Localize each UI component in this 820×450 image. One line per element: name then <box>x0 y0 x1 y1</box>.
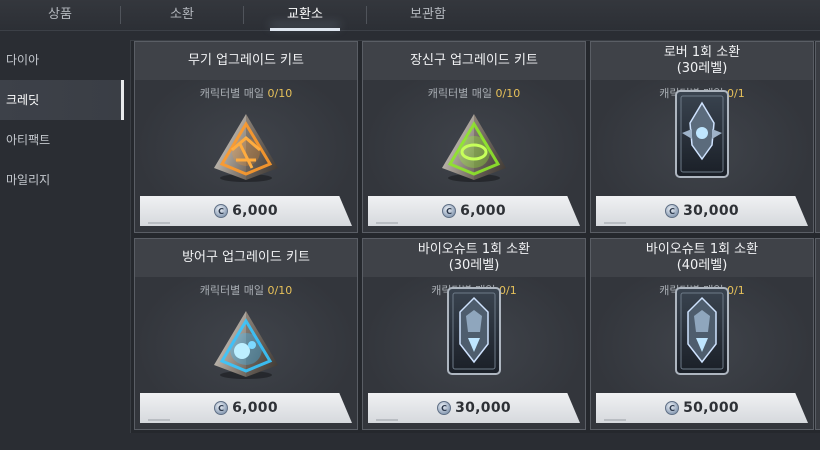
price-bar[interactable]: C 6,000 <box>368 196 580 226</box>
limit-label: 캐릭터별 매일 <box>199 284 264 297</box>
top-tab-bar: 상품 소환 교환소 보관함 <box>0 0 820 31</box>
item-price: 6,000 <box>232 203 278 219</box>
limit-label: 캐릭터별 매일 <box>199 87 264 100</box>
sidebar-item-label: 마일리지 <box>6 173 51 187</box>
item-title: 방어구 업그레이드 키트 <box>182 250 310 265</box>
item-price: 50,000 <box>683 400 739 416</box>
card-body: 캐릭터별 매일 0/10 C 6,000 <box>135 80 357 232</box>
tab-label: 교환소 <box>287 7 323 22</box>
item-title: 장신구 업그레이드 키트 <box>410 53 538 68</box>
credit-coin-icon: C <box>214 204 229 218</box>
exchange-item-grid: 무기 업그레이드 키트 캐릭터별 매일 0/10 C 6,000 장신구 업그레… <box>130 40 820 433</box>
item-subtitle: (30레벨) <box>448 258 500 273</box>
sidebar-item-credit[interactable]: 크레딧 <box>0 80 124 120</box>
rover-card-icon <box>647 90 757 178</box>
shop-item-card[interactable]: 방어구 업그레이드 키트 캐릭터별 매일 0/10 C 6,000 <box>134 238 358 430</box>
card-header: 장신구 업그레이드 키트 <box>363 42 585 81</box>
card-header: 바이오슈트 1회 소환 (30레벨) <box>363 239 585 278</box>
card-body: 캐릭터별 매일 0/10 C 6,000 <box>135 277 357 429</box>
offscreen-card-edge <box>815 41 820 233</box>
tab-products[interactable]: 상품 <box>0 0 120 30</box>
item-subtitle: (40레벨) <box>676 258 728 273</box>
item-price: 30,000 <box>455 400 511 416</box>
weapon-kit-icon <box>191 108 301 188</box>
sidebar-item-mileage[interactable]: 마일리지 <box>0 160 124 200</box>
card-header: 방어구 업그레이드 키트 <box>135 239 357 278</box>
sidebar-item-label: 크레딧 <box>6 93 40 107</box>
item-price: 6,000 <box>232 400 278 416</box>
card-body: 캐릭터별 매일 0/10 C 6,000 <box>363 80 585 232</box>
item-price: 6,000 <box>460 203 506 219</box>
sidebar-item-label: 아티팩트 <box>6 133 51 147</box>
shop-item-card[interactable]: 무기 업그레이드 키트 캐릭터별 매일 0/10 C 6,000 <box>134 41 358 233</box>
price-bar[interactable]: C 6,000 <box>140 393 352 423</box>
credit-coin-icon: C <box>437 401 452 415</box>
shop-item-card[interactable]: 바이오슈트 1회 소환 (40레벨) 캐릭터별 매일 0/1 C 50,000 <box>590 238 814 430</box>
limit-label: 캐릭터별 매일 <box>427 87 492 100</box>
offscreen-card-edge <box>815 238 820 430</box>
card-body: 캐릭터별 매일 0/1 C 50,000 <box>591 277 813 429</box>
credit-coin-icon: C <box>665 204 680 218</box>
active-tab-indicator <box>270 28 340 31</box>
item-title: 바이오슈트 1회 소환 <box>417 242 531 257</box>
credit-coin-icon: C <box>214 401 229 415</box>
item-title: 무기 업그레이드 키트 <box>188 53 304 68</box>
biosuit-card-icon <box>419 287 529 375</box>
item-subtitle: (30레벨) <box>676 61 728 76</box>
price-bar[interactable]: C 6,000 <box>140 196 352 226</box>
tab-summon[interactable]: 소환 <box>121 0 243 30</box>
item-title: 로버 1회 소환 <box>663 45 741 60</box>
item-title: 바이오슈트 1회 소환 <box>645 242 759 257</box>
sidebar-item-diamond[interactable]: 다이아 <box>0 40 124 80</box>
limit-count: 0/10 <box>267 87 293 100</box>
card-header: 무기 업그레이드 키트 <box>135 42 357 81</box>
accessory-kit-icon <box>419 108 529 188</box>
tab-exchange[interactable]: 교환소 <box>244 0 366 31</box>
tab-label: 소환 <box>170 7 194 22</box>
limit-count: 0/10 <box>495 87 521 100</box>
price-bar[interactable]: C 30,000 <box>368 393 580 423</box>
card-header: 바이오슈트 1회 소환 (40레벨) <box>591 239 813 278</box>
price-bar[interactable]: C 30,000 <box>596 196 808 226</box>
armor-kit-icon <box>191 305 301 385</box>
shop-item-card[interactable]: 로버 1회 소환 (30레벨) 캐릭터별 매일 0/1 C 30,000 <box>590 41 814 233</box>
purchase-limit: 캐릭터별 매일 0/10 <box>135 282 357 298</box>
sidebar-item-artifact[interactable]: 아티팩트 <box>0 120 124 160</box>
tab-label: 보관함 <box>410 7 446 22</box>
tab-label: 상품 <box>48 7 72 22</box>
biosuit-card-icon <box>647 287 757 375</box>
card-header: 로버 1회 소환 (30레벨) <box>591 42 813 81</box>
shop-item-card[interactable]: 바이오슈트 1회 소환 (30레벨) 캐릭터별 매일 0/1 C 30,000 <box>362 238 586 430</box>
tab-storage[interactable]: 보관함 <box>367 0 489 30</box>
price-bar[interactable]: C 50,000 <box>596 393 808 423</box>
credit-coin-icon: C <box>442 204 457 218</box>
card-body: 캐릭터별 매일 0/1 C 30,000 <box>591 80 813 232</box>
item-price: 30,000 <box>683 203 739 219</box>
credit-coin-icon: C <box>665 401 680 415</box>
purchase-limit: 캐릭터별 매일 0/10 <box>135 85 357 101</box>
sidebar-item-label: 다이아 <box>6 53 40 67</box>
card-body: 캐릭터별 매일 0/1 C 30,000 <box>363 277 585 429</box>
category-sidebar: 다이아 크레딧 아티팩트 마일리지 <box>0 40 124 200</box>
purchase-limit: 캐릭터별 매일 0/10 <box>363 85 585 101</box>
shop-item-card[interactable]: 장신구 업그레이드 키트 캐릭터별 매일 0/10 C 6,000 <box>362 41 586 233</box>
limit-count: 0/10 <box>267 284 293 297</box>
